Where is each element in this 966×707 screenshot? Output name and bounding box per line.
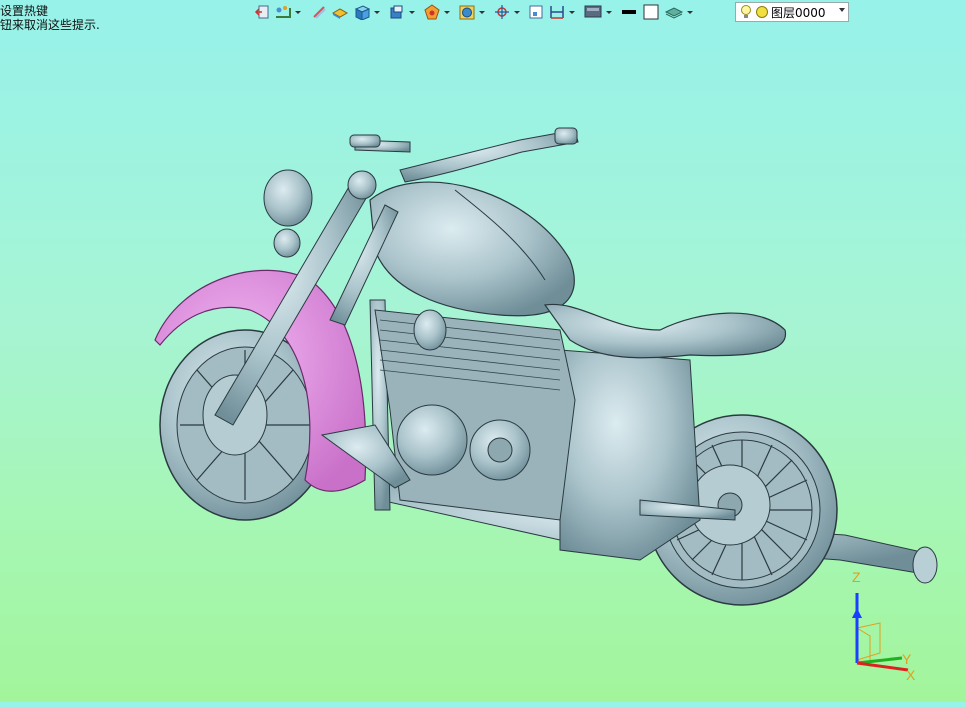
- fuel-tank: [369, 181, 575, 317]
- snap-dropdown[interactable]: [294, 1, 301, 23]
- top-toolbar: [252, 1, 693, 23]
- axis-triad: Z Y X: [852, 569, 916, 683]
- display-dropdown[interactable]: [605, 1, 612, 23]
- display-icon[interactable]: [581, 1, 605, 23]
- 3d-viewport[interactable]: [0, 0, 966, 702]
- lightbulb-icon[interactable]: [739, 4, 753, 20]
- x-axis: [856, 661, 909, 672]
- section-icon[interactable]: [456, 1, 478, 23]
- surface-icon[interactable]: [329, 1, 351, 23]
- hint-line-1: 设置热键: [0, 4, 49, 18]
- layer-color-icon[interactable]: [755, 5, 769, 19]
- fill-color-icon[interactable]: [640, 1, 662, 23]
- motorcycle-model[interactable]: [0, 0, 966, 702]
- hint-line-2: 钮来取消这些提示.: [0, 18, 100, 32]
- render-dropdown[interactable]: [443, 1, 450, 23]
- solid-box-icon[interactable]: [351, 1, 373, 23]
- exit-icon[interactable]: [252, 1, 272, 23]
- solid-dropdown[interactable]: [373, 1, 380, 23]
- x-label: X: [906, 667, 916, 683]
- render-icon[interactable]: [421, 1, 443, 23]
- axis-dropdown[interactable]: [513, 1, 520, 23]
- view-dropdown[interactable]: [408, 1, 415, 23]
- headlights: [263, 169, 313, 258]
- dimension-dropdown[interactable]: [568, 1, 575, 23]
- z-label: Z: [852, 569, 861, 585]
- y-axis: [856, 656, 903, 665]
- section-dropdown[interactable]: [478, 1, 485, 23]
- handlebars: [349, 127, 579, 183]
- wireframe-icon[interactable]: [309, 1, 329, 23]
- seat: [543, 303, 787, 359]
- layer-name: 图层0000: [771, 5, 826, 20]
- view-cube-icon[interactable]: [386, 1, 408, 23]
- engine: [374, 309, 576, 521]
- layer-selector[interactable]: 图层0000: [735, 2, 849, 22]
- axis-icon[interactable]: [491, 1, 513, 23]
- y-label: Y: [902, 651, 912, 667]
- dimension-icon[interactable]: [546, 1, 568, 23]
- frame-icon[interactable]: [526, 1, 546, 23]
- hint-text: 设置热键 钮来取消这些提示.: [0, 4, 100, 32]
- layer-stack-icon[interactable]: [662, 1, 686, 23]
- layer-stack-dropdown[interactable]: [686, 1, 693, 23]
- chevron-down-icon[interactable]: [839, 8, 845, 12]
- line-color-icon[interactable]: [618, 1, 640, 23]
- snap-icon[interactable]: [272, 1, 294, 23]
